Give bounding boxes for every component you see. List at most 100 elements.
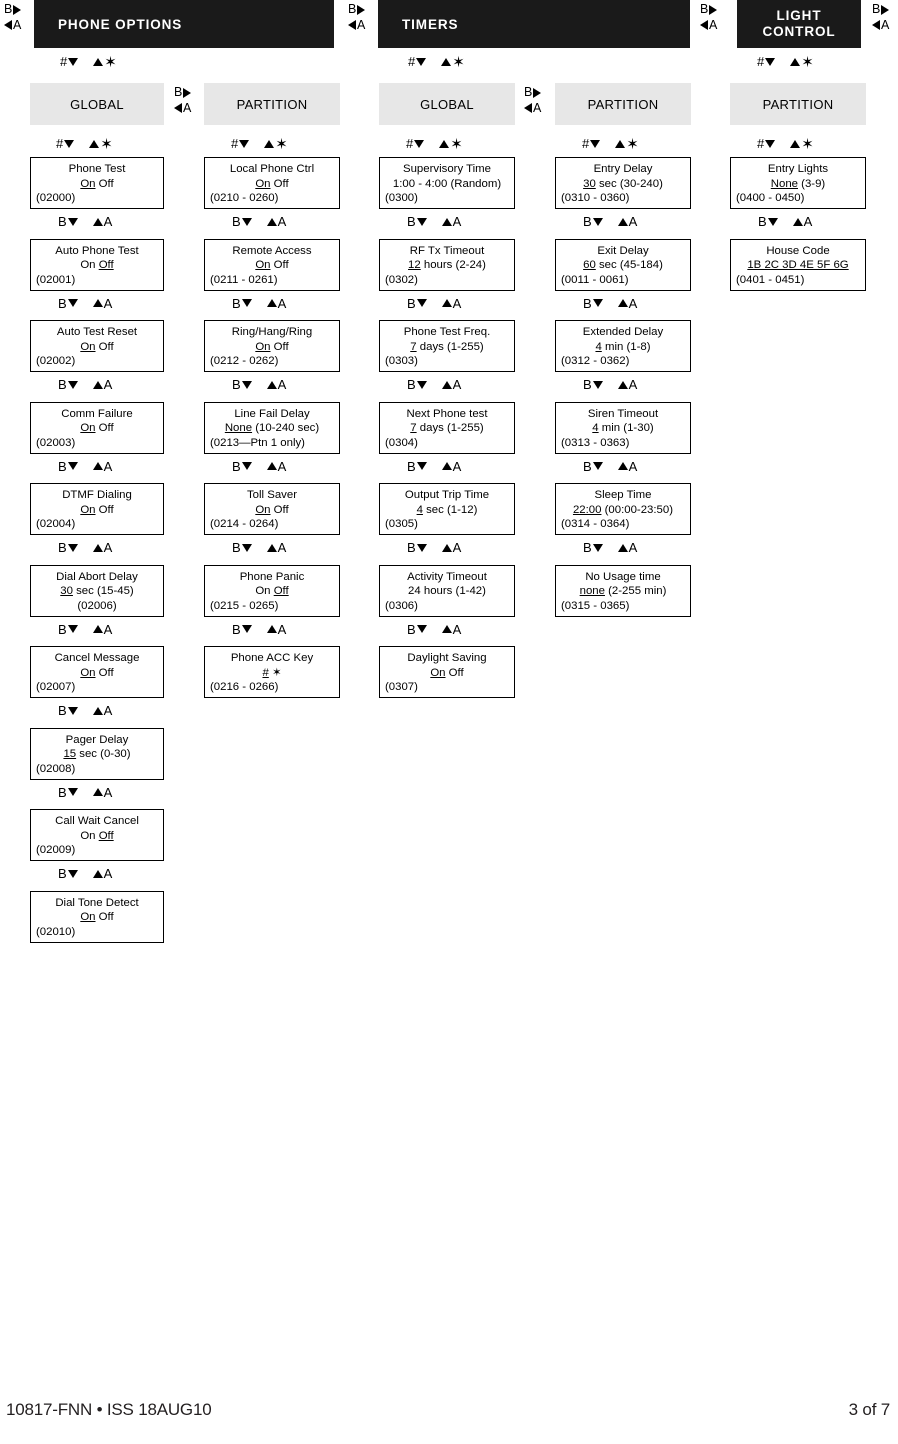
option-value-default: On <box>430 666 446 679</box>
nav-a-label: A <box>628 377 638 392</box>
option-code: (0303) <box>385 355 418 368</box>
sub-header-timers-partition[interactable]: PARTITION <box>555 83 691 125</box>
option-title: Remote Access <box>232 244 312 257</box>
option-code: (0011 - 0061) <box>561 273 629 286</box>
option-box[interactable]: Phone ACC Key # ✶ (0216 - 0266) <box>204 646 340 698</box>
option-box[interactable]: Supervisory Time 1:00 - 4:00 (Random) (030… <box>379 157 515 209</box>
nav-b-label: B <box>583 377 592 392</box>
option-box[interactable]: No Usage time none (2-255 min) (0315 - 036… <box>555 564 691 617</box>
nav-b-label: B <box>232 621 241 637</box>
option-box[interactable]: Comm Failure On Off (02003) <box>30 401 164 454</box>
arrow-up-icon <box>92 299 103 307</box>
option-code: (0300) <box>385 192 418 205</box>
option-value-suffix: Off <box>95 911 114 924</box>
arrow-up-icon <box>93 57 104 66</box>
option-value-prefix: On <box>255 585 274 598</box>
option-box[interactable]: Line Fail Delay None (10-240 sec) (0213—Pt… <box>204 401 340 454</box>
nav-a-label: A <box>277 295 287 311</box>
arrow-up-icon <box>266 625 277 633</box>
option-box[interactable]: Activity Timeout 24 hours (1-42) (0306) <box>379 564 515 617</box>
nav-b-label: B <box>583 458 592 474</box>
option-value: 1B 2C 3D 4E 5F 6G <box>736 258 860 273</box>
option-value: On Off <box>36 666 158 681</box>
nav-b-label: B <box>58 458 67 474</box>
arrow-up-icon <box>615 139 626 148</box>
nav-b-label: B <box>58 214 67 229</box>
footer-page-number: 3 of 7 <box>848 1400 891 1419</box>
option-value-default: On <box>255 259 271 272</box>
nav-a-label: A <box>13 17 22 32</box>
arrow-down-icon <box>767 217 778 226</box>
option-title: RF Tx Timeout <box>409 244 485 257</box>
option-box[interactable]: Entry Delay 30 sec (30-240) (0310 - 0360) <box>555 157 691 209</box>
option-box[interactable]: Call Wait Cancel On Off (02009) <box>30 809 164 861</box>
option-box[interactable]: Ring/Hang/Ring On Off (0212 - 0262) <box>204 320 340 372</box>
nav-a-label: A <box>452 214 462 229</box>
option-box[interactable]: Dial Tone Detect On Off (02010) <box>30 890 164 943</box>
hash-label: # <box>406 136 414 151</box>
nav-b-label: B <box>232 214 241 229</box>
arrow-up-icon <box>92 625 103 633</box>
nav-a-label: A <box>103 377 113 392</box>
option-box[interactable]: Entry Lights None (3-9) (0400 - 0450) <box>730 157 866 209</box>
arrow-up-icon <box>617 380 628 389</box>
option-value: 30 sec (30-240) <box>561 177 685 192</box>
option-box[interactable]: Daylight Saving On Off (0307) <box>379 646 515 698</box>
option-code: (02000) <box>36 192 76 205</box>
nav-ba-row: BA <box>407 297 461 310</box>
nav-hash-phone-partition: # ✶ <box>231 136 288 152</box>
option-code: (02008) <box>36 762 76 775</box>
sub-header-light-partition[interactable]: PARTITION <box>730 83 866 125</box>
option-code: (02009) <box>36 844 76 857</box>
nav-b-label: B <box>407 295 416 311</box>
option-box[interactable]: Next Phone test 7 days (1-255) (0304) <box>379 401 515 454</box>
option-value-default: 30 <box>583 177 596 190</box>
option-box[interactable]: Sleep Time 22:00 (00:00-23:50) (0314 - 036… <box>555 483 691 535</box>
option-box[interactable]: Phone Panic On Off (0215 - 0265) <box>204 564 340 617</box>
nav-hash-timers-global: # ✶ <box>406 136 463 152</box>
arrow-right-icon <box>533 87 542 98</box>
option-code: (0213—Ptn 1 only) <box>210 436 305 449</box>
option-box[interactable]: RF Tx Timeout 12 hours (2-24) (0302) <box>379 238 515 291</box>
sub-header-phone-global[interactable]: GLOBAL <box>30 83 164 125</box>
nav-ba-row: BA <box>407 378 461 391</box>
nav-b-label: B <box>583 214 592 229</box>
option-title: Comm Failure <box>61 407 133 420</box>
option-box[interactable]: Output Trip Time 4 sec (1-12) (0305) <box>379 483 515 535</box>
nav-ba-row: BA <box>58 623 112 636</box>
option-box[interactable]: Remote Access On Off (0211 - 0261) <box>204 238 340 291</box>
option-value-default: On <box>80 340 96 353</box>
option-title: Output Trip Time <box>404 489 490 501</box>
option-box[interactable]: Exit Delay 60 sec (45-184) (0011 - 0061) <box>555 238 691 291</box>
option-box[interactable]: Siren Timeout 4 min (1-30) (0313 - 0363) <box>555 401 691 454</box>
option-box[interactable]: Phone Test Freq. 7 days (1-255) (0303) <box>379 320 515 372</box>
option-box[interactable]: House Code 1B 2C 3D 4E 5F 6G (0401 - 0451) <box>730 238 866 291</box>
nav-ba-pair-timers-right: B A <box>700 2 718 32</box>
option-box[interactable]: DTMF Dialing On Off (02004) <box>30 483 164 535</box>
sub-header-phone-partition[interactable]: PARTITION <box>204 83 340 125</box>
arrow-down-icon <box>416 462 427 470</box>
option-box[interactable]: Toll Saver On Off (0214 - 0264) <box>204 483 340 535</box>
option-value-prefix: On <box>80 829 99 842</box>
sub-header-timers-global[interactable]: GLOBAL <box>379 83 515 125</box>
option-value: 60 sec (45-184) <box>561 258 685 273</box>
option-box[interactable]: Auto Phone Test On Off (02001) <box>30 238 164 291</box>
nav-ba-row: BA <box>58 215 112 228</box>
option-value-default: Off <box>98 829 114 842</box>
option-box[interactable]: Dial Abort Delay 30 sec (15-45) (02006) <box>30 564 164 617</box>
option-value-suffix: Off <box>270 259 289 272</box>
option-box[interactable]: Auto Test Reset On Off (02002) <box>30 320 164 372</box>
nav-b-label: B <box>407 458 416 474</box>
option-box[interactable]: Extended Delay 4 min (1-8) (0312 - 0362) <box>555 320 691 372</box>
option-title: Entry Lights <box>767 163 829 175</box>
option-box[interactable]: Phone Test On Off (02000) <box>30 157 164 209</box>
option-code: (0310 - 0360) <box>561 192 630 205</box>
option-box[interactable]: Local Phone Ctrl On Off (0210 - 0260) <box>204 157 340 209</box>
option-box[interactable]: Pager Delay 15 sec (0-30) (02008) <box>30 727 164 780</box>
arrow-up-icon <box>441 57 452 66</box>
option-value-default: none <box>579 585 605 598</box>
arrow-up-icon <box>92 788 103 796</box>
hash-label: # <box>56 136 64 151</box>
nav-ba-row: BA <box>58 867 112 880</box>
option-box[interactable]: Cancel Message On Off (02007) <box>30 646 164 698</box>
